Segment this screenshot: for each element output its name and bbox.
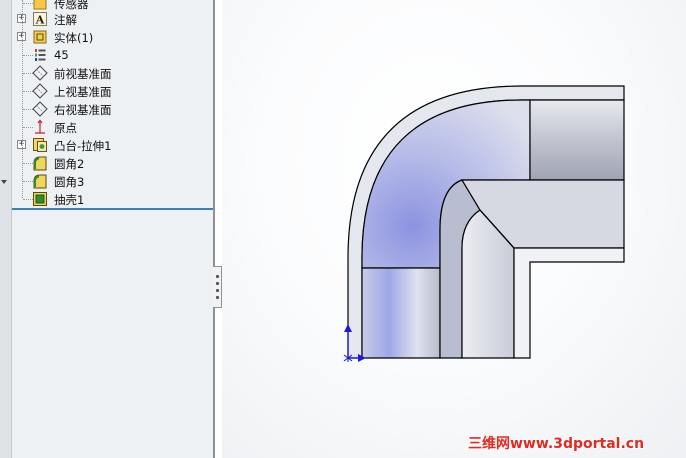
- left-collapse-strip[interactable]: [0, 0, 12, 458]
- fillet-icon: [33, 174, 47, 189]
- material-icon: [35, 49, 46, 61]
- tree-item-fillet3[interactable]: 圆角3: [12, 172, 213, 190]
- annotation-icon: A: [33, 12, 47, 27]
- tree-item-front-plane[interactable]: 前视基准面: [12, 64, 213, 82]
- tree-item-label: 实体(1): [54, 31, 94, 45]
- tree-item-shell[interactable]: 抽壳1: [12, 190, 213, 208]
- tree-item-label: 凸台-拉伸1: [54, 139, 112, 153]
- tree-item-label: 抽壳1: [54, 193, 85, 207]
- tree-item-label: 45: [54, 48, 69, 62]
- watermark: 三维网www.3dportal.cn: [468, 436, 645, 452]
- feature-tree-panel: 传感器 + A 注解 + 实体(1) 45 前视基准面 上视基准面 右视基准面 …: [12, 0, 213, 458]
- tree-item-label: 注解: [54, 13, 77, 27]
- tree-item-right-plane[interactable]: 右视基准面: [12, 100, 213, 118]
- part-model[interactable]: [222, 0, 686, 458]
- tree-item-label: 上视基准面: [54, 85, 112, 99]
- panel-divider[interactable]: [213, 0, 215, 458]
- plane-icon: [32, 83, 48, 99]
- graphics-viewport[interactable]: [222, 0, 686, 458]
- svg-text:A: A: [35, 14, 45, 27]
- step-ledge-face[interactable]: [513, 247, 625, 359]
- shell-icon: [33, 192, 47, 206]
- collapse-arrow-icon[interactable]: [1, 180, 7, 184]
- vertical-leg-face[interactable]: [361, 267, 441, 359]
- tree-item-label: 圆角2: [54, 157, 85, 171]
- plane-icon: [32, 65, 48, 81]
- origin-icon: [35, 119, 45, 134]
- tree-spine: [22, 0, 24, 198]
- tree-item-label: 前视基准面: [54, 67, 112, 81]
- splitter-grip[interactable]: [213, 266, 222, 308]
- plane-icon: [32, 101, 48, 117]
- tree-item-label: 原点: [54, 121, 77, 135]
- extrude-icon: [33, 138, 47, 152]
- tree-item-annotations[interactable]: + A 注解: [12, 10, 213, 28]
- tree-item-label: 圆角3: [54, 175, 85, 189]
- tree-item-origin[interactable]: 原点: [12, 118, 213, 136]
- horizontal-leg-face[interactable]: [529, 99, 625, 181]
- tree-item-material[interactable]: 45: [12, 46, 213, 64]
- tree-item-fillet2[interactable]: 圆角2: [12, 154, 213, 172]
- tree-item-top-plane[interactable]: 上视基准面: [12, 82, 213, 100]
- tree-item-boss-extrude[interactable]: + 凸台-拉伸1: [12, 136, 213, 154]
- tree-item-solid-bodies[interactable]: + 实体(1): [12, 28, 213, 46]
- tree-item-label: 右视基准面: [54, 103, 112, 117]
- fillet-icon: [33, 156, 47, 171]
- rollback-bar[interactable]: [12, 208, 213, 210]
- solid-body-icon: [33, 30, 47, 44]
